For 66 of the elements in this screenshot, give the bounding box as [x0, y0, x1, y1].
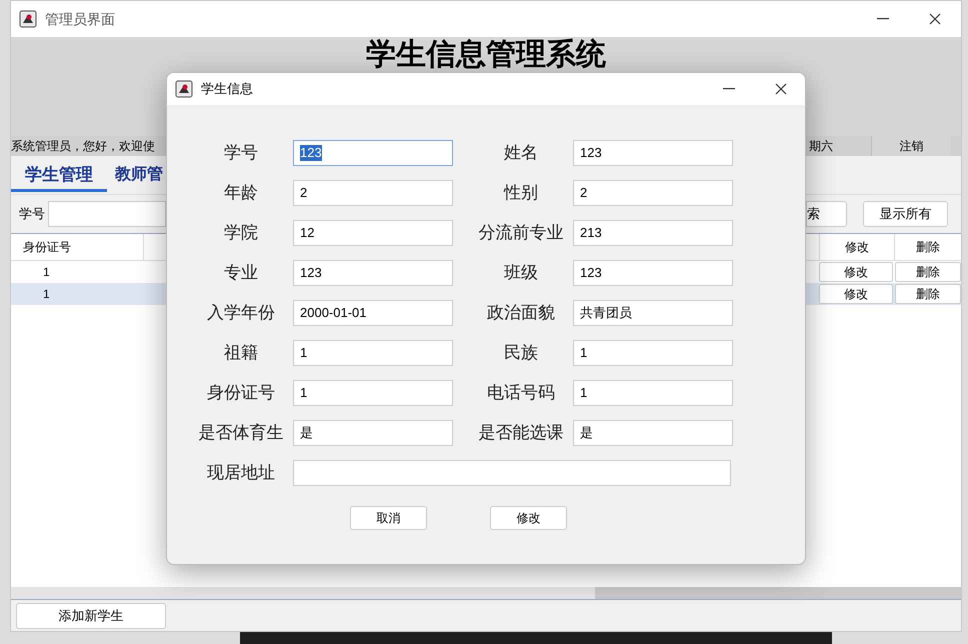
dialog-title: 学生信息	[201, 80, 253, 98]
field-label: 祖籍	[223, 342, 259, 364]
app-icon	[175, 80, 193, 98]
search-button[interactable]: 索	[806, 201, 847, 227]
text-field[interactable]: 2	[573, 180, 733, 206]
text-field[interactable]: 1	[573, 380, 733, 406]
field-label: 班级	[503, 262, 539, 284]
text-field[interactable]: 12	[293, 220, 453, 246]
field-label: 是否能选课	[478, 422, 564, 444]
minimize-icon[interactable]	[877, 18, 889, 20]
table-cell-text: 1	[42, 264, 51, 281]
text-field[interactable]: 2000-01-01	[293, 300, 453, 326]
text-field[interactable]: 123	[293, 260, 453, 286]
field-label: 分流前专业	[478, 222, 564, 244]
edit-button[interactable]: 修改	[819, 262, 893, 282]
scrollbar-thumb[interactable]	[595, 587, 961, 599]
text-field[interactable]: 123	[573, 260, 733, 286]
delete-button[interactable]: 删除	[895, 262, 961, 282]
field-label: 学院	[223, 222, 259, 244]
field-label: 电话号码	[486, 382, 556, 404]
close-icon[interactable]	[775, 83, 787, 95]
search-label: 学号	[19, 205, 45, 224]
cancel-button[interactable]: 取消	[350, 506, 427, 530]
field-label: 性别	[502, 182, 539, 204]
field-label: 入学年份	[206, 302, 276, 324]
close-icon[interactable]	[929, 13, 941, 25]
column-header: 身份证号	[11, 234, 144, 260]
field-label: 年龄	[223, 182, 259, 204]
field-label: 姓名	[503, 142, 539, 164]
text-field[interactable]: 1	[293, 340, 453, 366]
field-label: 学号	[223, 142, 259, 164]
text-field[interactable]: 123	[293, 140, 453, 166]
save-button[interactable]: 修改	[490, 506, 567, 530]
field-label: 是否体育生	[198, 422, 284, 444]
tab[interactable]: 学生管理	[11, 160, 107, 192]
text-field[interactable]: 1	[573, 340, 733, 366]
text-field[interactable]: 是	[573, 420, 733, 446]
text-field[interactable]: 共青团员	[573, 300, 733, 326]
app-icon	[19, 10, 37, 28]
logout-button[interactable]: 注销	[871, 136, 951, 156]
field-label: 现居地址	[206, 462, 276, 484]
scrollbar-track[interactable]	[11, 587, 961, 599]
show-all-button[interactable]: 显示所有	[863, 201, 948, 227]
text-field[interactable]: 1	[293, 380, 453, 406]
text-field[interactable]: 123	[573, 140, 733, 166]
column-header: 修改	[819, 234, 894, 260]
text-field[interactable]: 213	[573, 220, 733, 246]
tab[interactable]: 教师管	[107, 160, 163, 192]
column-header: 删除	[894, 234, 961, 260]
date-text: 期六	[809, 138, 834, 155]
add-student-button[interactable]: 添加新学生	[16, 602, 166, 628]
text-field[interactable]: 2	[293, 180, 453, 206]
search-field[interactable]	[48, 201, 166, 227]
field-label: 政治面貌	[486, 302, 556, 324]
header-title: 学生信息管理系统	[366, 38, 606, 74]
text-field[interactable]: 是	[293, 420, 453, 446]
field-label: 民族	[503, 342, 539, 364]
delete-button[interactable]: 删除	[895, 284, 961, 304]
window-title: 管理员界面	[45, 10, 115, 28]
address-field[interactable]	[293, 460, 731, 486]
table-cell-text: 1	[42, 286, 51, 303]
field-label: 身份证号	[206, 382, 276, 404]
greeting-text: 系统管理员，您好，欢迎使	[11, 138, 155, 155]
field-label: 专业	[223, 262, 259, 284]
minimize-icon[interactable]	[723, 88, 735, 90]
edit-button[interactable]: 修改	[819, 284, 893, 304]
